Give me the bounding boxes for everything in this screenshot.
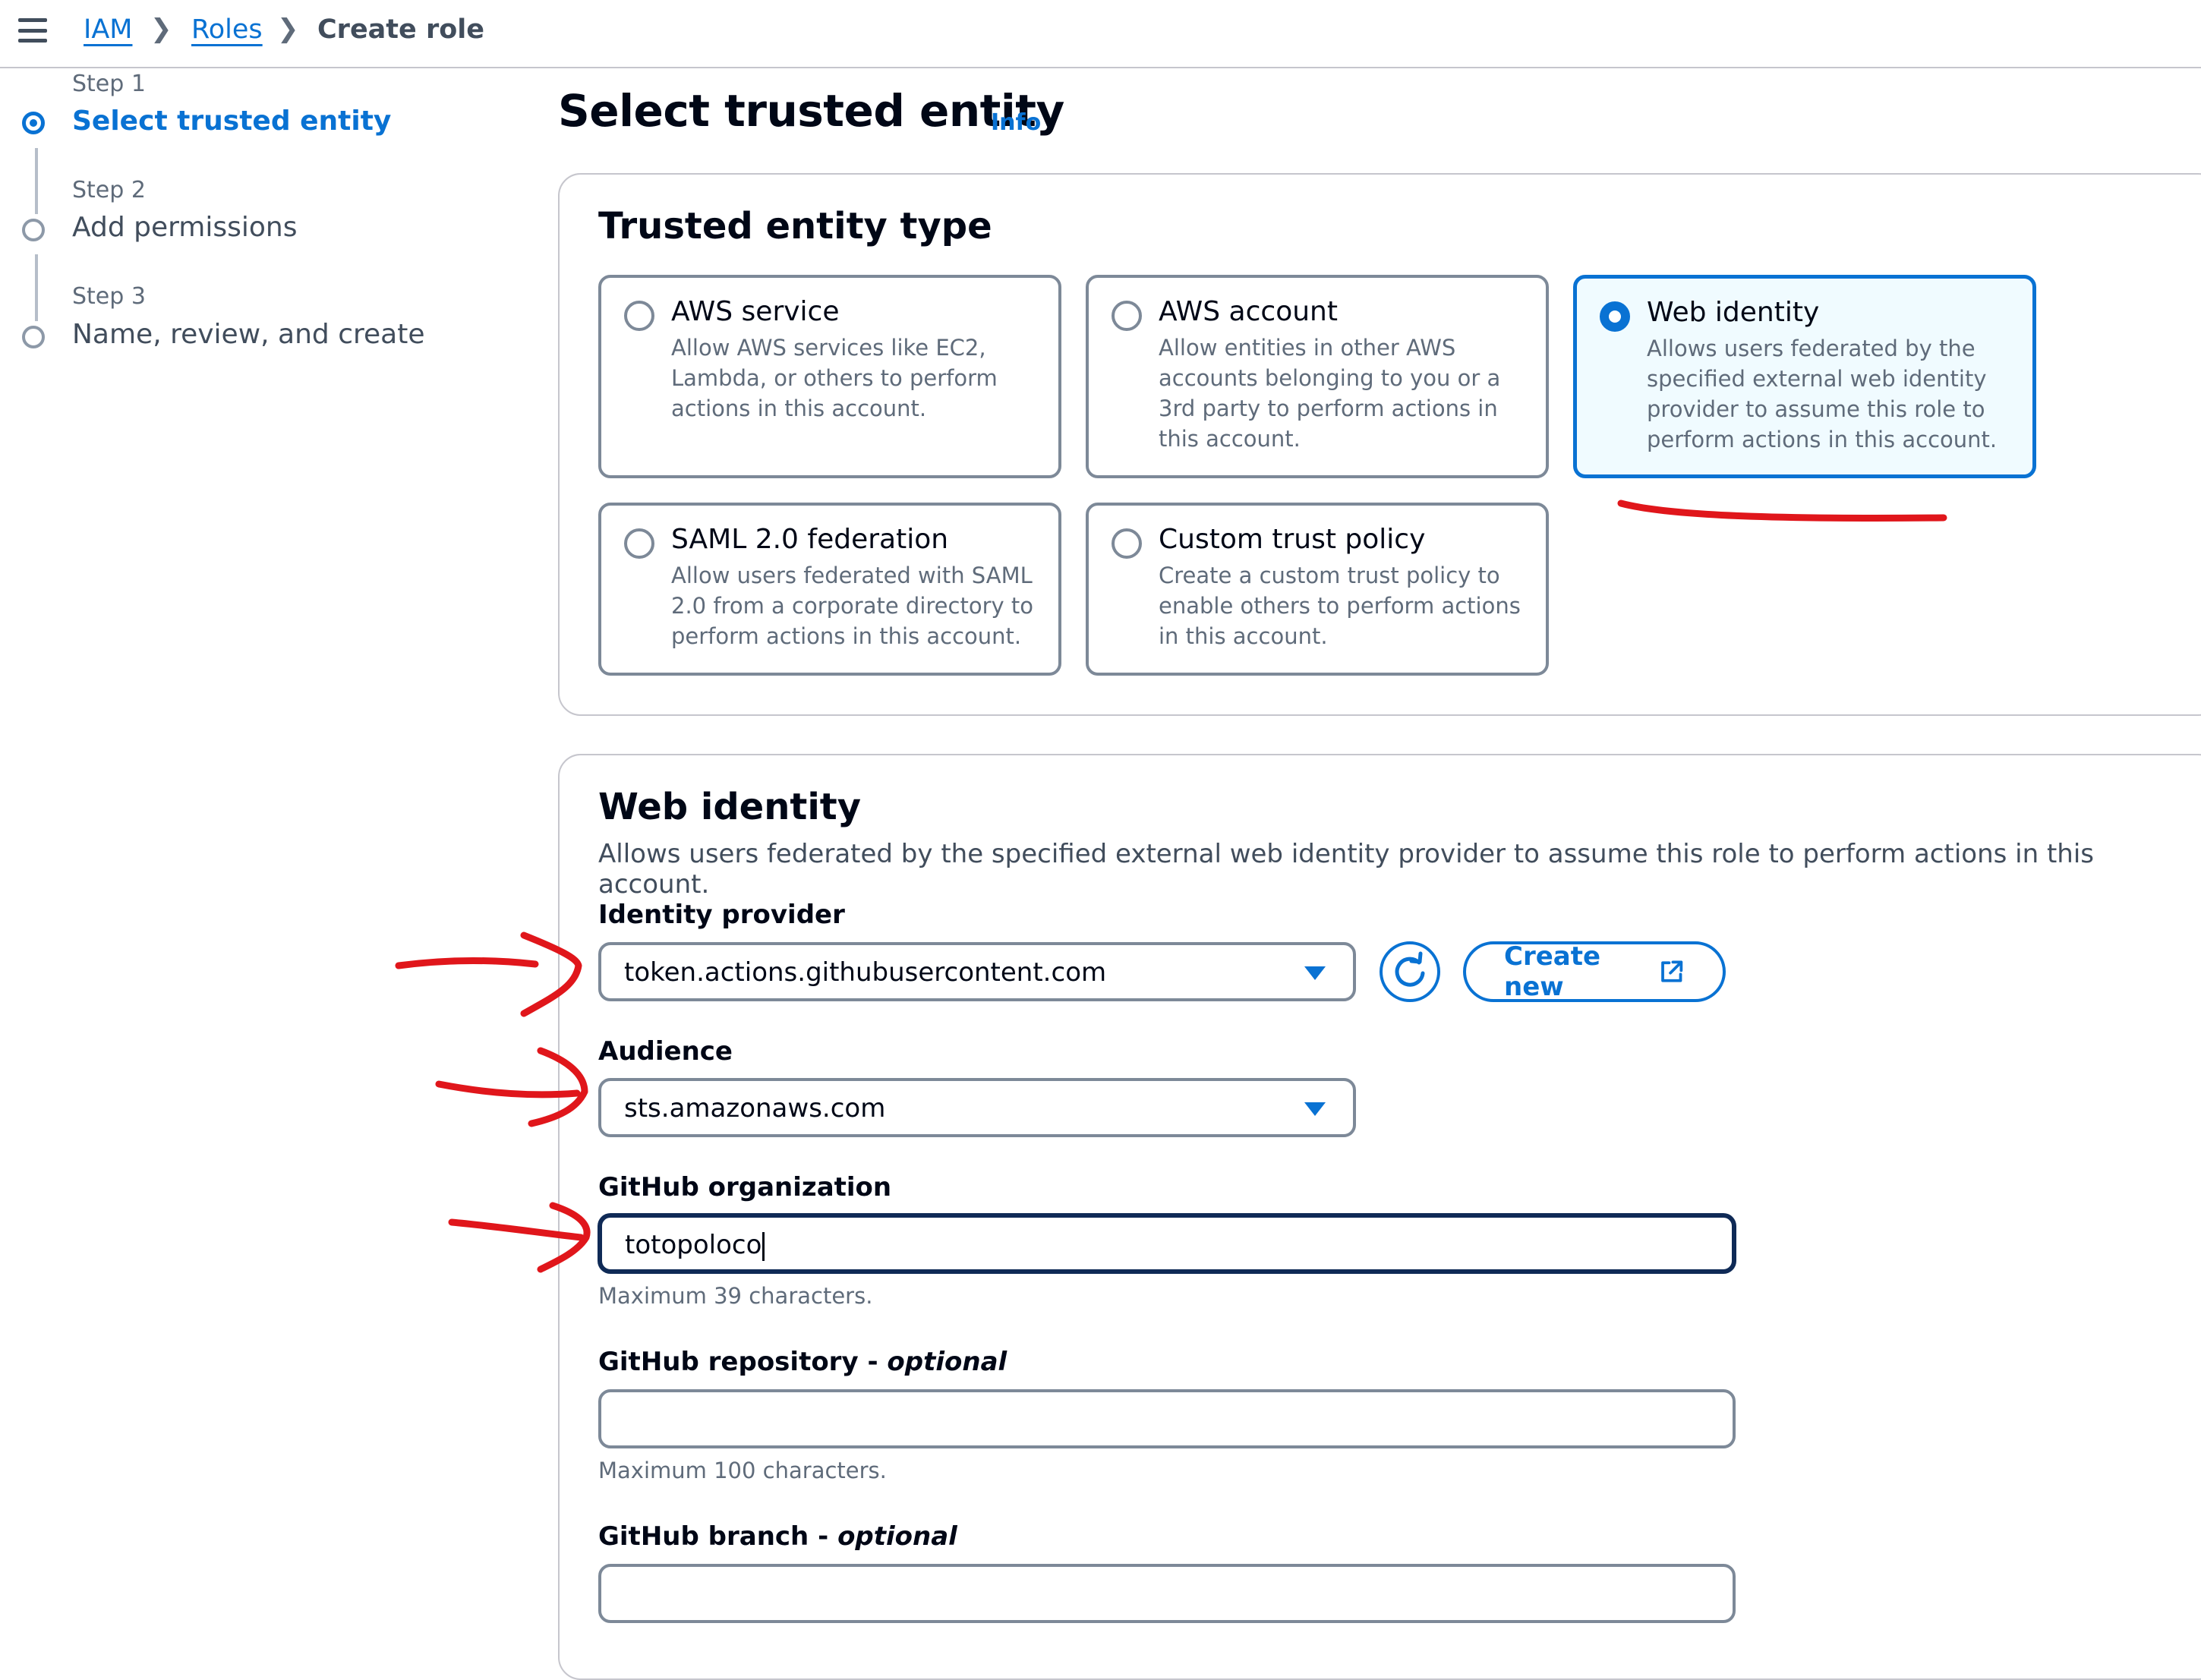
step-1-indicator — [22, 112, 45, 134]
radio-aws-service[interactable] — [624, 301, 654, 331]
caret-down-icon — [1304, 1102, 1326, 1116]
tile-description: Allow AWS services like EC2, Lambda, or … — [671, 335, 998, 421]
create-new-label: Create new — [1504, 941, 1601, 1002]
text-cursor — [762, 1231, 765, 1261]
step-2-title: Add permissions — [72, 212, 298, 243]
radio-web-identity[interactable] — [1600, 301, 1630, 332]
step-1-title[interactable]: Select trusted entity — [72, 106, 391, 137]
breadcrumb-roles[interactable]: Roles — [191, 12, 263, 47]
step-connector — [35, 148, 38, 214]
tile-description: Allows users federated by the specified … — [1647, 336, 1998, 452]
refresh-icon — [1395, 951, 1425, 987]
tile-title: Web identity — [1647, 297, 1820, 328]
audience-value: sts.amazonaws.com — [624, 1093, 886, 1124]
tile-web-identity[interactable]: Web identity Allows users federated by t… — [1573, 275, 2036, 478]
breadcrumb-current: Create role — [317, 14, 484, 45]
identity-provider-value: token.actions.githubusercontent.com — [624, 957, 1107, 988]
tile-aws-service[interactable]: AWS service Allow AWS services like EC2,… — [598, 275, 1061, 478]
create-new-button[interactable]: Create new — [1463, 941, 1726, 1002]
github-repository-label: GitHub repository - optional — [598, 1347, 1007, 1377]
web-identity-description: Allows users federated by the specified … — [598, 839, 2094, 900]
radio-aws-account[interactable] — [1112, 301, 1142, 331]
tile-title: Custom trust policy — [1159, 524, 1426, 555]
radio-saml-federation[interactable] — [624, 528, 654, 559]
tile-description: Create a custom trust policy to enable o… — [1159, 563, 1521, 649]
github-repository-input[interactable] — [598, 1389, 1736, 1448]
audience-select[interactable]: sts.amazonaws.com — [598, 1078, 1356, 1137]
github-repository-hint: Maximum 100 characters. — [598, 1458, 887, 1483]
audience-label: Audience — [598, 1036, 733, 1067]
chevron-right-icon: ❯ — [277, 14, 299, 44]
trusted-entity-heading: Trusted entity type — [598, 205, 992, 247]
step-1-label: Step 1 — [72, 71, 146, 97]
step-3-label: Step 3 — [72, 283, 146, 310]
chevron-right-icon: ❯ — [150, 14, 172, 44]
radio-custom-trust-policy[interactable] — [1112, 528, 1142, 559]
refresh-button[interactable] — [1380, 941, 1440, 1002]
annotation-arrow-identity-provider — [395, 931, 582, 1017]
external-link-icon — [1661, 960, 1683, 982]
github-organization-input[interactable]: totopoloco — [598, 1214, 1736, 1273]
tile-aws-account[interactable]: AWS account Allow entities in other AWS … — [1086, 275, 1549, 478]
step-2-indicator — [22, 219, 45, 241]
info-link[interactable]: Info — [991, 109, 1041, 136]
menu-icon[interactable] — [18, 18, 47, 43]
tile-title: AWS account — [1159, 296, 1338, 327]
step-connector — [35, 254, 38, 321]
web-identity-heading: Web identity — [598, 786, 862, 828]
github-organization-value: totopoloco — [625, 1230, 765, 1261]
identity-provider-select[interactable]: token.actions.githubusercontent.com — [598, 942, 1356, 1001]
caret-down-icon — [1304, 966, 1326, 980]
github-organization-hint: Maximum 39 characters. — [598, 1283, 873, 1309]
step-3-title: Name, review, and create — [72, 319, 425, 350]
github-branch-label: GitHub branch - optional — [598, 1521, 957, 1552]
tile-description: Allow entities in other AWS accounts bel… — [1159, 335, 1501, 452]
identity-provider-label: Identity provider — [598, 900, 845, 930]
tile-description: Allow users federated with SAML 2.0 from… — [671, 563, 1033, 649]
page-title: Select trusted entity — [558, 85, 1064, 137]
github-branch-input[interactable] — [598, 1564, 1736, 1623]
tile-saml-federation[interactable]: SAML 2.0 federation Allow users federate… — [598, 503, 1061, 676]
tile-title: SAML 2.0 federation — [671, 524, 949, 555]
step-2-label: Step 2 — [72, 177, 146, 203]
step-3-indicator — [22, 326, 45, 348]
github-organization-label: GitHub organization — [598, 1172, 892, 1202]
tile-title: AWS service — [671, 296, 840, 327]
tile-custom-trust-policy[interactable]: Custom trust policy Create a custom trus… — [1086, 503, 1549, 676]
breadcrumb-iam[interactable]: IAM — [84, 12, 132, 47]
